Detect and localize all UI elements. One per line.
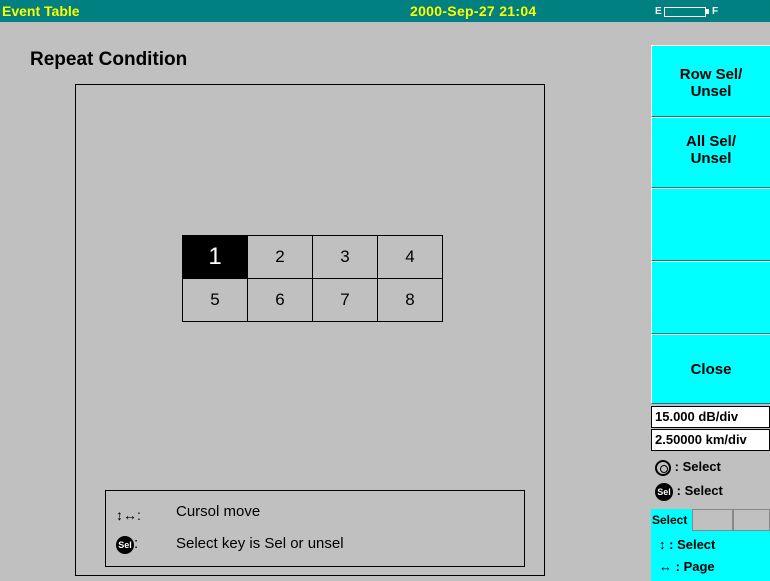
datetime-display: 2000-Sep-27 21:04: [410, 3, 537, 19]
grid-row: 5 6 7 8: [182, 278, 443, 322]
grid-cell-5[interactable]: 5: [182, 278, 248, 322]
sel-legend-text: : Select: [676, 483, 723, 498]
cursor-arrows-icon: ↕↔:: [116, 507, 141, 523]
grid-cell-7[interactable]: 7: [312, 278, 378, 322]
close-button[interactable]: Close: [651, 334, 770, 404]
leftright-help: ↔ : Page: [659, 559, 715, 574]
row-sel-unsel-button[interactable]: Row Sel/ Unsel: [651, 45, 770, 117]
battery-tip: [706, 9, 709, 14]
page-title: Repeat Condition: [30, 49, 188, 70]
grid-row: 1 2 3 4: [182, 235, 443, 279]
leftright-help-text: : Page: [675, 559, 715, 574]
grid-cell-2[interactable]: 2: [247, 235, 313, 279]
softkey-label: All Sel/: [685, 133, 737, 150]
rotary-knob-icon: [655, 459, 671, 476]
sel-key-icon: Sel: [116, 536, 134, 554]
title-bar: Event Table 2000-Sep-27 21:04 E F: [0, 0, 770, 22]
knob-legend-text: : Select: [674, 459, 721, 474]
sel-key-colon: :: [134, 535, 139, 552]
softkey-label: Unsel: [690, 150, 732, 167]
softkey-empty-4[interactable]: [651, 261, 770, 334]
updown-help: ↕ : Select: [659, 537, 716, 552]
db-per-div-display: 15.000 dB/div: [651, 406, 770, 428]
battery-indicator: E F: [655, 6, 770, 18]
tab-empty-3[interactable]: [733, 509, 770, 531]
softkey-label: Close: [690, 361, 732, 378]
updown-help-text: : Select: [669, 537, 716, 552]
repeat-grid: 1 2 3 4 5 6 7 8: [182, 235, 443, 322]
grid-cell-4[interactable]: 4: [377, 235, 443, 279]
help-box: ↕↔: Cursol move Sel: Select key is Sel o…: [105, 490, 525, 567]
tab-empty-2[interactable]: [692, 509, 733, 531]
nav-help-box: ↕ : Select ↔ : Page: [651, 531, 770, 581]
grid-cell-6[interactable]: 6: [247, 278, 313, 322]
battery-icon: [664, 7, 706, 17]
all-sel-unsel-button[interactable]: All Sel/ Unsel: [651, 117, 770, 188]
sel-legend: Sel : Select: [655, 483, 723, 501]
grid-cell-3[interactable]: 3: [312, 235, 378, 279]
tab-select[interactable]: Select: [651, 509, 692, 531]
cursor-help-text: Cursol move: [176, 503, 261, 520]
sel-key-icon: Sel: [655, 483, 673, 501]
km-per-div-display: 2.50000 km/div: [651, 429, 770, 451]
tab-strip: Select: [651, 509, 770, 531]
sel-key-help: Sel:: [116, 535, 138, 554]
window-title: Event Table: [2, 3, 80, 19]
battery-full-label: F: [712, 6, 719, 17]
knob-legend: : Select: [655, 459, 721, 476]
softkey-label: Unsel: [690, 83, 732, 100]
grid-cell-1[interactable]: 1: [182, 235, 248, 279]
sel-help-text: Select key is Sel or unsel: [176, 535, 344, 552]
grid-cell-8[interactable]: 8: [377, 278, 443, 322]
softkey-label: Row Sel/: [679, 66, 743, 83]
softkey-empty-3[interactable]: [651, 188, 770, 261]
battery-empty-label: E: [655, 6, 662, 17]
